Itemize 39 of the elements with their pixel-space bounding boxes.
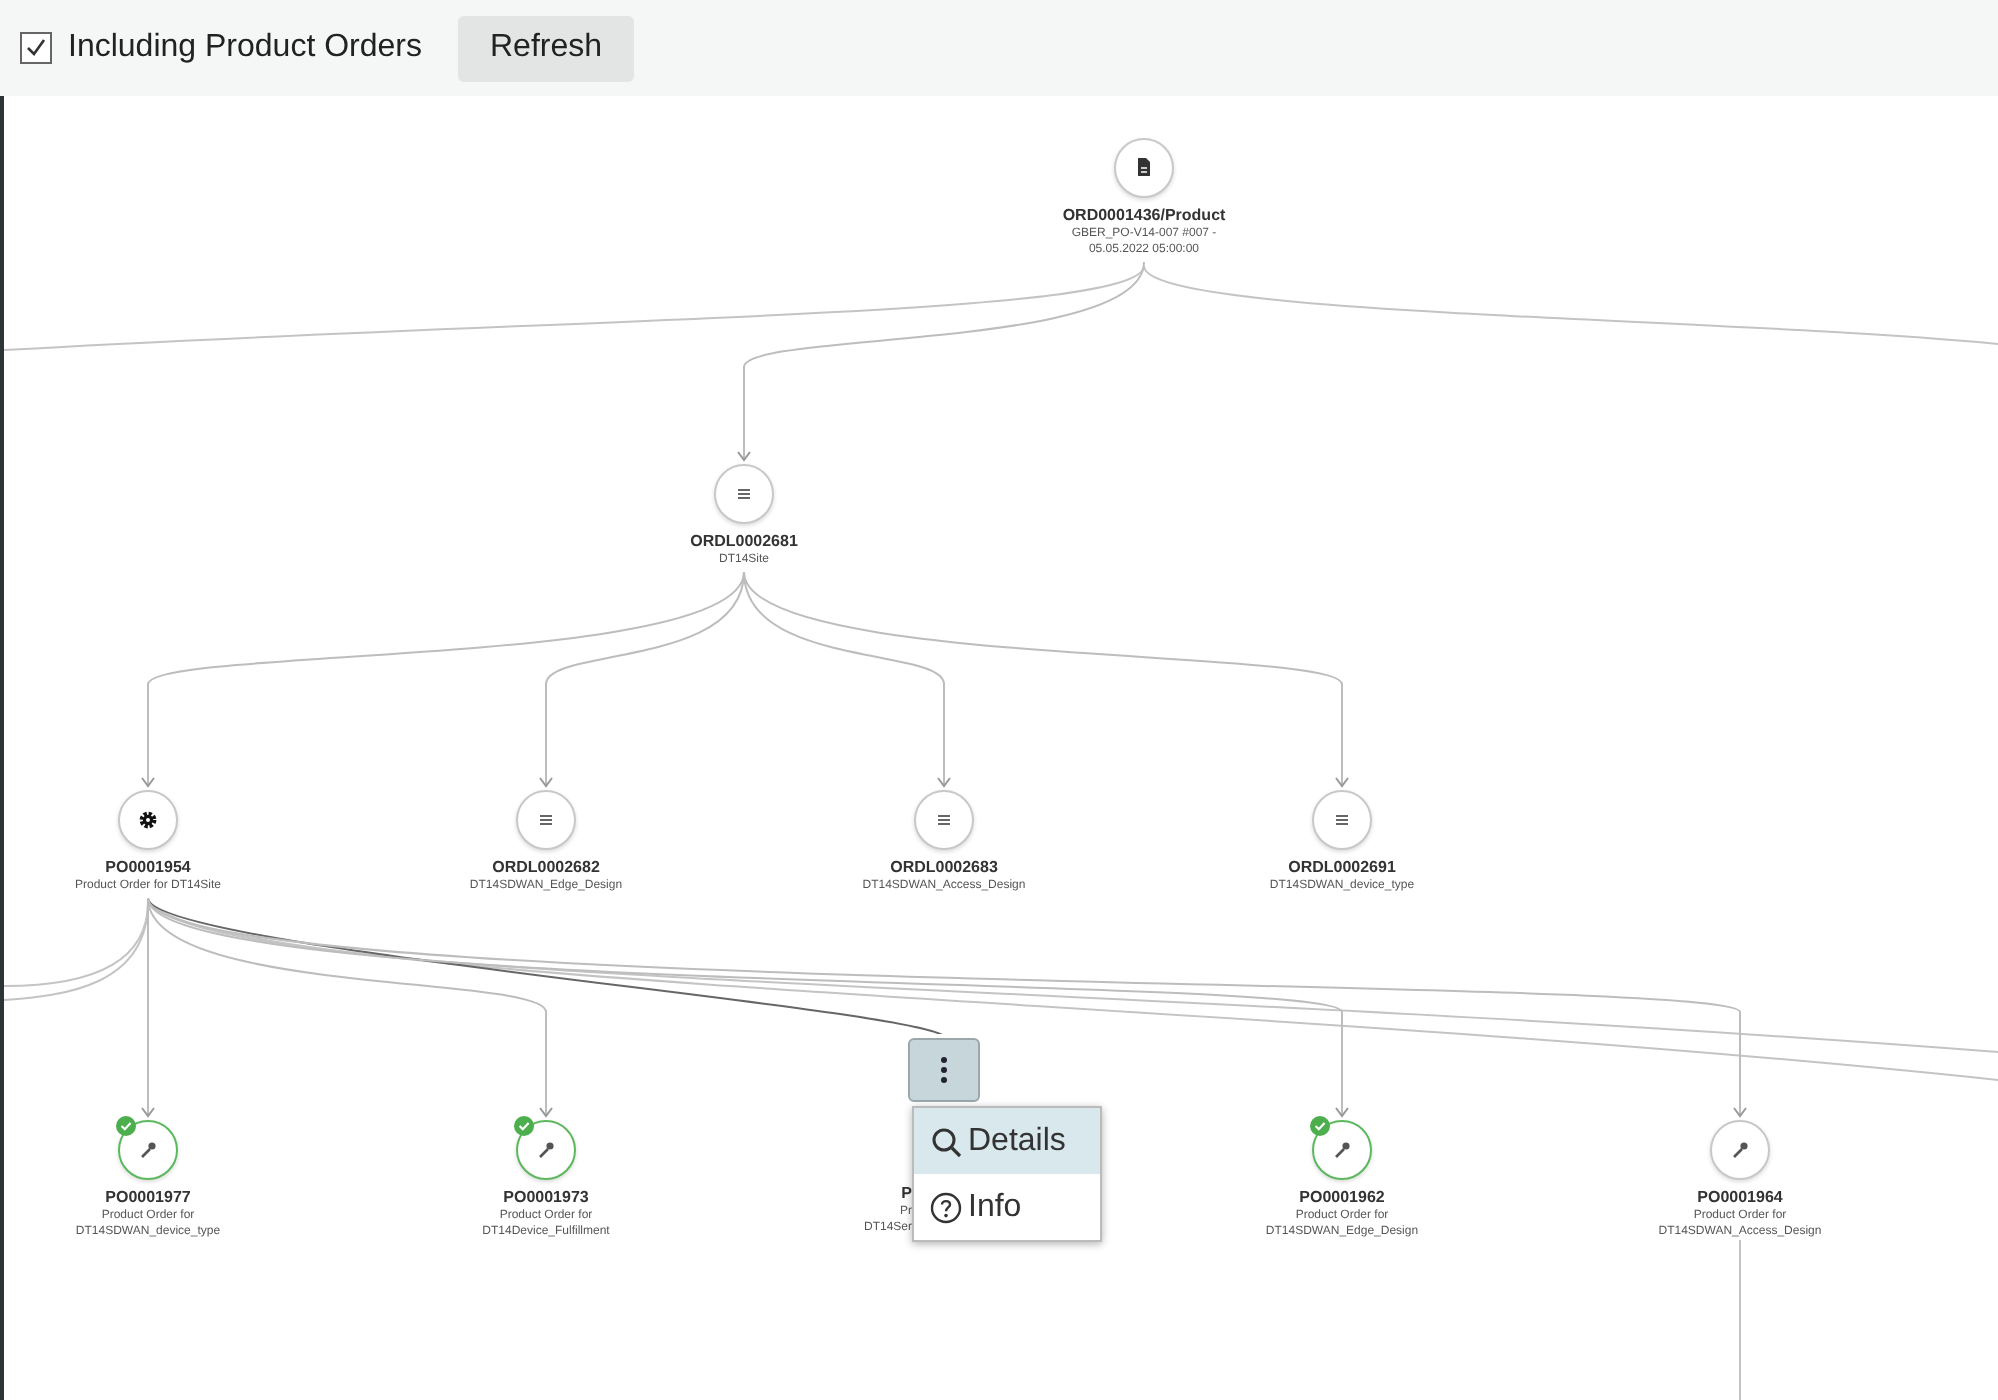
- more-options-button[interactable]: [908, 1038, 980, 1102]
- including-orders-checkbox[interactable]: Including Product Orders: [20, 30, 422, 66]
- node-title: ORDL0002681: [690, 532, 798, 552]
- node-circle[interactable]: [118, 1120, 178, 1180]
- check-badge-icon: [116, 1116, 136, 1136]
- node-circle[interactable]: [714, 464, 774, 524]
- refresh-button[interactable]: Refresh: [457, 15, 635, 81]
- document-icon: [1132, 156, 1156, 180]
- node-circle[interactable]: [1312, 790, 1372, 850]
- node-title: ORDL0002682: [492, 858, 600, 878]
- node-title: PO0001977: [105, 1188, 191, 1208]
- node-circle[interactable]: [1312, 1120, 1372, 1180]
- node-title: ORD0001436/Product: [1062, 206, 1226, 226]
- menu-item[interactable]: Details: [914, 1108, 1100, 1174]
- wrench-icon: [1330, 1138, 1354, 1162]
- wrench-icon: [534, 1138, 558, 1162]
- menu-item[interactable]: Info: [914, 1174, 1100, 1240]
- node-title: ORDL0002691: [1288, 858, 1396, 878]
- check-badge-icon: [514, 1116, 534, 1136]
- check-badge-icon: [1310, 1116, 1330, 1136]
- node-circle[interactable]: [1710, 1120, 1770, 1180]
- node-circle[interactable]: [914, 790, 974, 850]
- node-title: P: [901, 1184, 912, 1204]
- node-circle[interactable]: [118, 790, 178, 850]
- node-circle[interactable]: [1114, 138, 1174, 198]
- node-title: ORDL0002683: [890, 858, 998, 878]
- wrench-icon: [1728, 1138, 1752, 1162]
- checkmark-icon: [24, 36, 48, 60]
- gear-icon: [136, 808, 160, 832]
- node-title: PO0001964: [1697, 1188, 1783, 1208]
- node-circle[interactable]: [516, 1120, 576, 1180]
- node-circle[interactable]: [516, 790, 576, 850]
- help-icon: [930, 1191, 962, 1223]
- search-icon: [930, 1125, 962, 1157]
- node-title: PO0001973: [503, 1188, 589, 1208]
- more-vertical-icon: [940, 1056, 948, 1084]
- node-title: PO0001962: [1299, 1188, 1385, 1208]
- wrench-icon: [136, 1138, 160, 1162]
- node-title: PO0001954: [105, 858, 191, 878]
